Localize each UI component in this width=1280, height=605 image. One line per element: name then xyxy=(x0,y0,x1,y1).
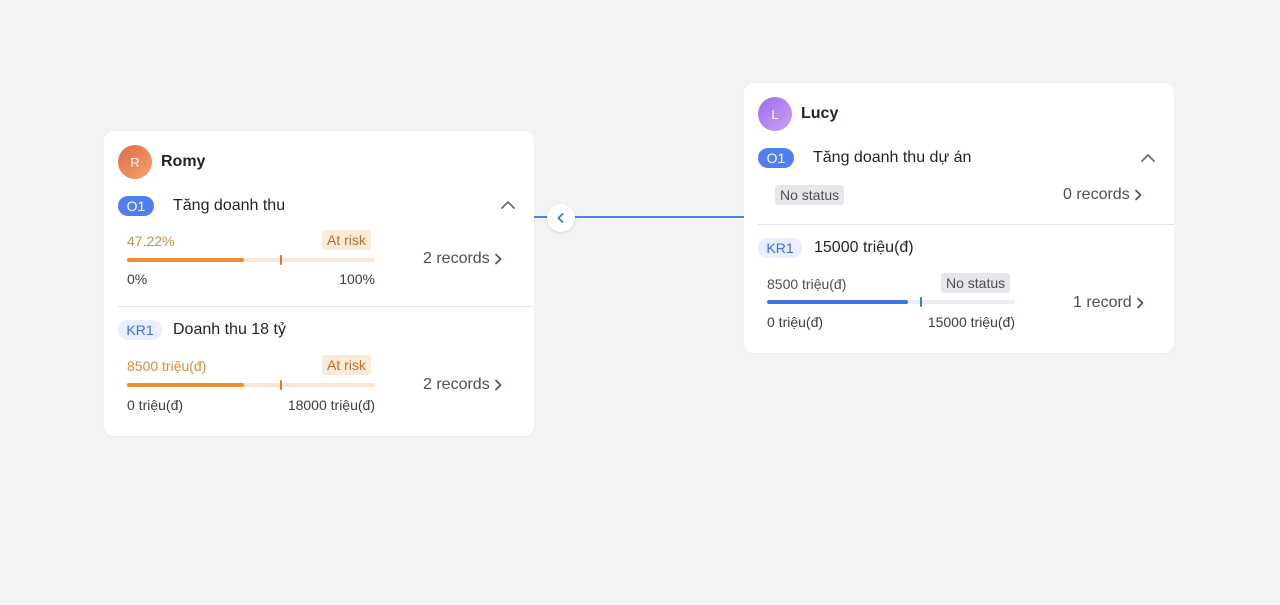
key-result-progress-bar xyxy=(767,297,1015,307)
okr-card-romy: R Romy O1 Tăng doanh thu 47.22% At risk … xyxy=(104,131,534,436)
divider xyxy=(118,306,534,307)
objective-progress-value: 47.22% xyxy=(127,233,175,249)
records-label: 1 record xyxy=(1073,294,1132,311)
objective-tag: O1 xyxy=(758,148,794,168)
expected-progress-marker xyxy=(279,380,282,390)
chevron-right-icon xyxy=(1136,297,1144,309)
key-result-title[interactable]: Doanh thu 18 tỷ xyxy=(173,321,286,339)
collapse-branch-button[interactable] xyxy=(547,204,575,232)
avatar[interactable]: R xyxy=(118,145,152,179)
key-result-tag: KR1 xyxy=(118,320,162,340)
objective-title[interactable]: Tăng doanh thu dự án xyxy=(813,149,971,167)
objective-progress-bar xyxy=(127,255,375,265)
records-link[interactable]: 1 record xyxy=(1073,294,1144,312)
key-result-tag: KR1 xyxy=(758,238,802,258)
records-link[interactable]: 0 records xyxy=(1063,186,1142,204)
range-min: 0 triệu(đ) xyxy=(127,397,184,413)
chevron-up-icon[interactable] xyxy=(1140,152,1156,164)
owner-name[interactable]: Romy xyxy=(161,153,205,171)
range-min: 0 triệu(đ) xyxy=(767,314,824,330)
owner-name[interactable]: Lucy xyxy=(801,105,838,123)
avatar[interactable]: L xyxy=(758,97,792,131)
chevron-right-icon xyxy=(494,253,502,265)
chevron-right-icon xyxy=(494,379,502,391)
progress-fill xyxy=(767,300,908,304)
expected-progress-marker xyxy=(279,255,282,265)
key-result-title[interactable]: 15000 triệu(đ) xyxy=(814,239,914,257)
range-max: 15000 triệu(đ) xyxy=(927,314,1015,330)
progress-fill xyxy=(127,383,245,387)
records-label: 0 records xyxy=(1063,186,1130,203)
chevron-right-icon xyxy=(1134,189,1142,201)
status-badge[interactable]: No status xyxy=(775,185,845,205)
chevron-up-icon[interactable] xyxy=(500,199,516,211)
records-label: 2 records xyxy=(423,250,490,267)
okr-card-lucy: L Lucy O1 Tăng doanh thu dự án No status… xyxy=(744,83,1174,353)
expected-progress-marker xyxy=(919,297,922,307)
range-max: 18000 triệu(đ) xyxy=(287,397,375,413)
records-link[interactable]: 2 records xyxy=(423,250,502,268)
range-min: 0% xyxy=(127,271,148,287)
records-link[interactable]: 2 records xyxy=(423,376,502,394)
key-result-progress-bar xyxy=(127,380,375,390)
status-badge[interactable]: At risk xyxy=(322,355,371,375)
range-max: 100% xyxy=(339,271,375,287)
status-badge[interactable]: At risk xyxy=(322,230,371,250)
key-result-progress-value: 8500 triệu(đ) xyxy=(127,358,207,374)
key-result-progress-value: 8500 triệu(đ) xyxy=(767,276,847,292)
objective-tag: O1 xyxy=(118,196,154,216)
divider xyxy=(758,224,1174,225)
chevron-left-icon xyxy=(557,213,564,223)
progress-fill xyxy=(127,258,245,262)
status-badge[interactable]: No status xyxy=(941,273,1011,293)
records-label: 2 records xyxy=(423,376,490,393)
objective-title[interactable]: Tăng doanh thu xyxy=(173,197,285,215)
